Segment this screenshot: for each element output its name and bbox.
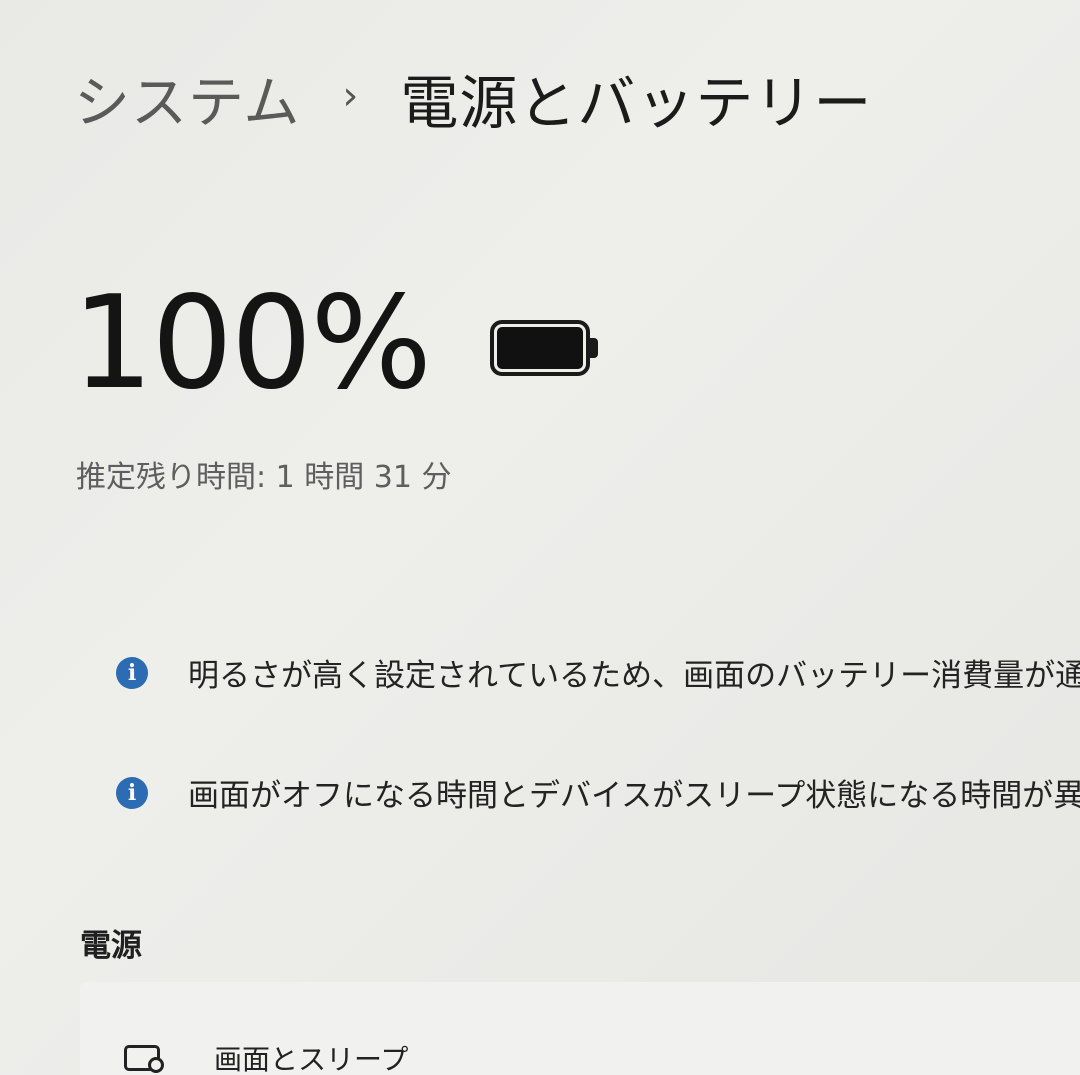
battery-icon-tip bbox=[589, 338, 598, 358]
battery-status: 100% bbox=[72, 280, 602, 408]
moon-shape bbox=[148, 1057, 164, 1073]
brightness-notice[interactable]: i 明るさが高く設定されているため、画面のバッテリー消費量が通常より多く bbox=[116, 650, 1080, 695]
breadcrumb-system-link[interactable]: システム bbox=[74, 58, 300, 139]
settings-page: システム › 電源とバッテリー 100% 推定残り時間: 1 時間 31 分 i… bbox=[0, 0, 1080, 1075]
page-title: 電源とバッテリー bbox=[400, 69, 873, 137]
screen-and-sleep-label: 画面とスリープ bbox=[214, 1043, 409, 1075]
battery-percentage: 100% bbox=[72, 269, 432, 418]
sleep-timing-notice[interactable]: i 画面がオフになる時間とデバイスがスリープ状態になる時間が異なるため、 bbox=[116, 770, 1080, 815]
screen-and-sleep-row[interactable]: 画面とスリープ bbox=[122, 1038, 408, 1075]
breadcrumb: システム › 電源とバッテリー bbox=[74, 58, 872, 138]
notice-text: 明るさが高く設定されているため、画面のバッテリー消費量が通常より多く bbox=[188, 658, 1080, 694]
estimated-remaining-time: 推定残り時間: 1 時間 31 分 bbox=[76, 460, 452, 495]
battery-level-fill bbox=[496, 327, 583, 369]
power-section-title: 電源 bbox=[80, 928, 142, 964]
info-icon: i bbox=[116, 776, 148, 809]
notice-text: 画面がオフになる時間とデバイスがスリープ状態になる時間が異なるため、 bbox=[188, 778, 1080, 814]
battery-icon bbox=[489, 320, 602, 382]
info-icon: i bbox=[116, 656, 148, 689]
screen-sleep-icon bbox=[122, 1041, 166, 1075]
chevron-right-icon: › bbox=[342, 73, 359, 119]
